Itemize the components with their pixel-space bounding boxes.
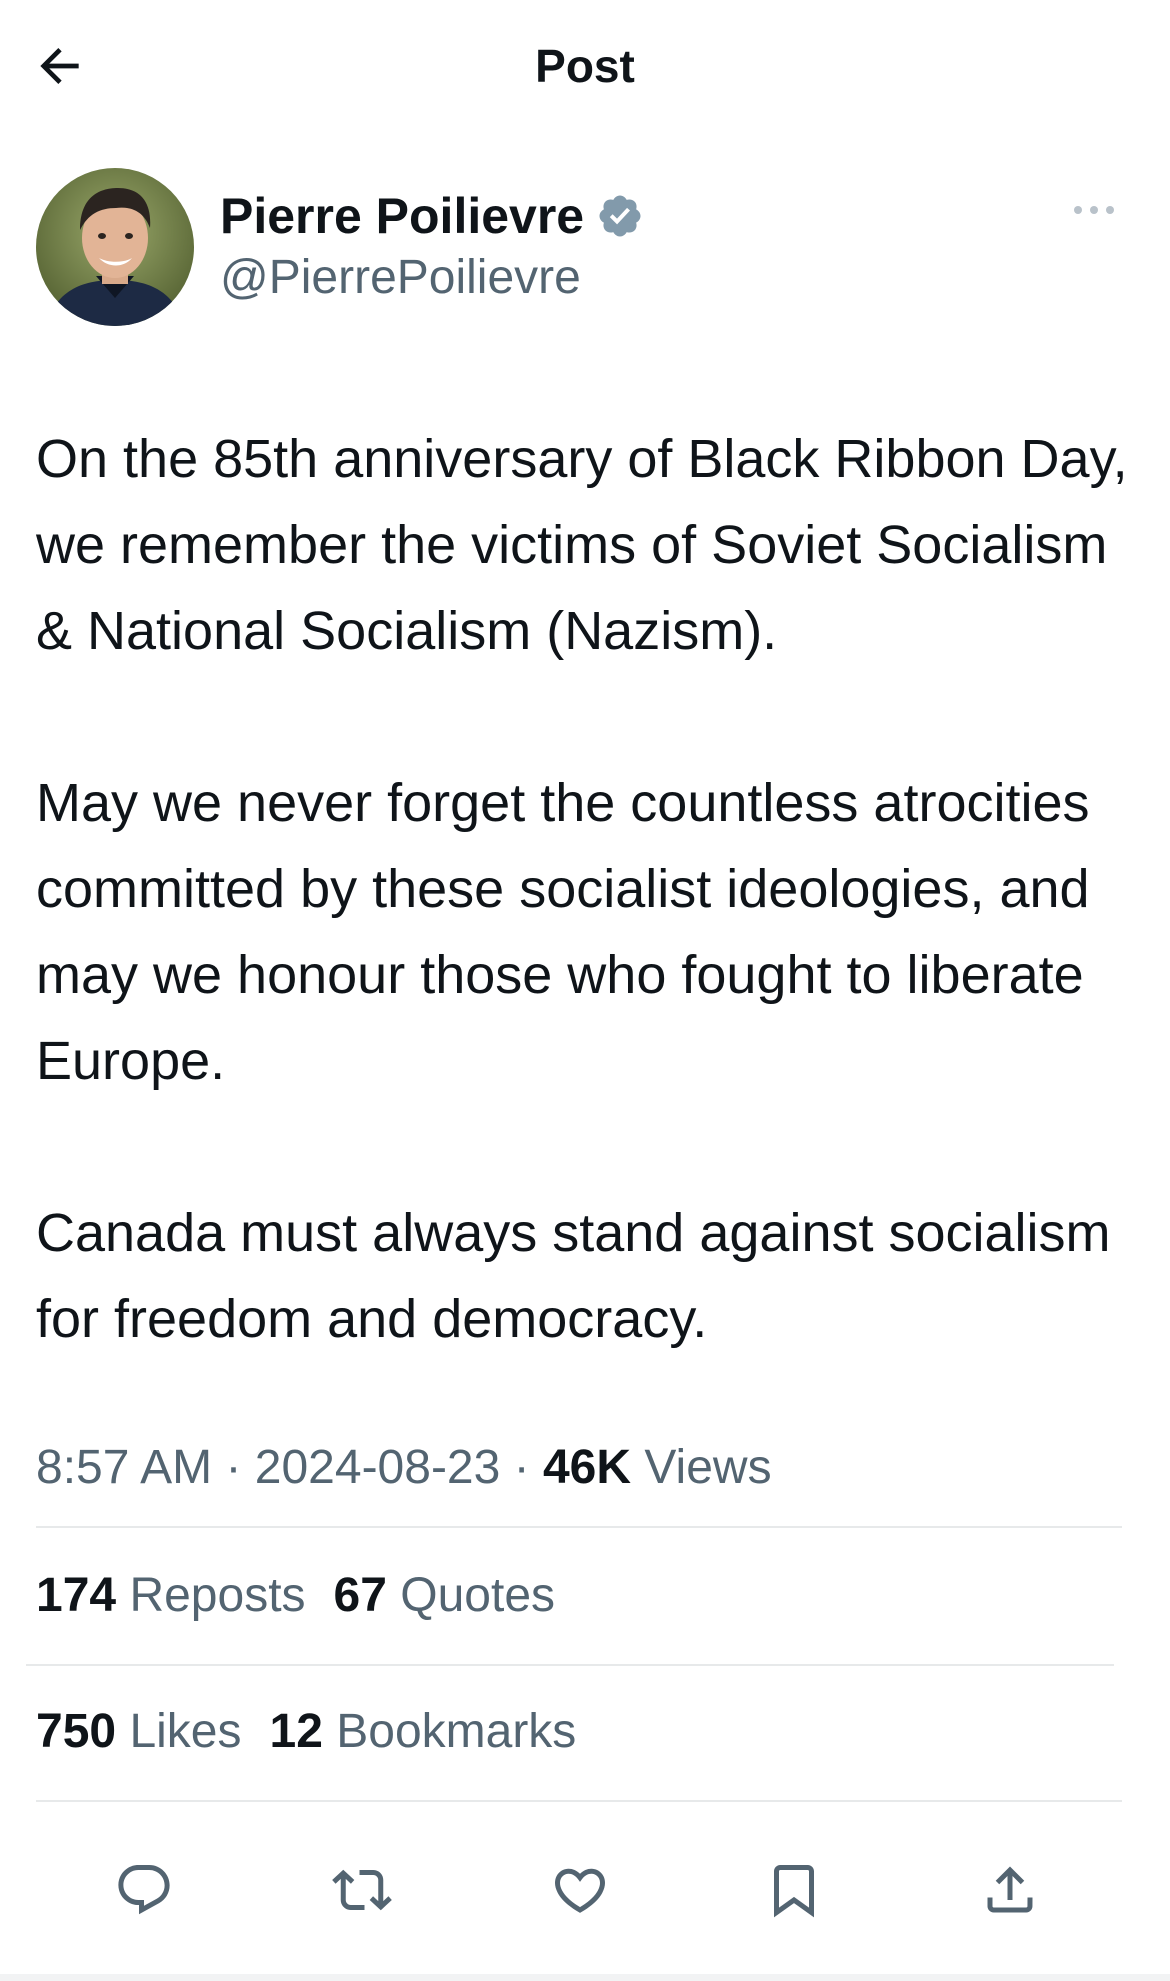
divider <box>26 1664 1114 1666</box>
meta-separator: · <box>513 1441 530 1494</box>
author-row: Pierre Poilievre @PierrePoilievre <box>36 168 1136 328</box>
stats-row-reposts: 174 Reposts 67 Quotes <box>36 1566 583 1626</box>
action-bar <box>0 1840 1170 1950</box>
back-button[interactable] <box>30 36 90 96</box>
quotes-count: 67 <box>333 1569 387 1622</box>
arrow-left-icon <box>40 48 79 84</box>
avatar-image <box>36 168 194 326</box>
quotes-label: Quotes <box>400 1569 556 1622</box>
verified-badge-icon <box>599 195 641 237</box>
post-paragraph: Canada must always stand against sociali… <box>36 1203 1111 1349</box>
quotes-stat[interactable]: 67 Quotes <box>334 1566 556 1626</box>
likes-count: 750 <box>36 1705 117 1758</box>
post-paragraph: On the 85th anniversary of Black Ribbon … <box>36 429 1128 661</box>
reposts-count: 174 <box>36 1569 117 1622</box>
share-button[interactable] <box>970 1840 1050 1940</box>
post-paragraph: May we never forget the countless atroci… <box>36 773 1090 1091</box>
likes-stat[interactable]: 750 Likes <box>36 1702 242 1762</box>
share-icon <box>987 1866 1033 1913</box>
divider <box>36 1526 1122 1528</box>
divider <box>36 1800 1122 1802</box>
post-date[interactable]: 2024-08-23 <box>255 1441 501 1494</box>
bookmarks-count: 12 <box>269 1705 323 1758</box>
likes-label: Likes <box>129 1705 242 1758</box>
like-icon <box>554 1868 606 1913</box>
bookmarks-label: Bookmarks <box>336 1705 577 1758</box>
meta-separator: · <box>225 1441 242 1494</box>
stats-row-likes: 750 Likes 12 Bookmarks <box>36 1702 604 1762</box>
page-title: Post <box>535 40 635 92</box>
like-button[interactable] <box>540 1840 620 1940</box>
more-horizontal-icon <box>1074 206 1114 214</box>
reply-icon <box>118 1865 170 1915</box>
views-count: 46K <box>542 1441 632 1494</box>
post-text: On the 85th anniversary of Black Ribbon … <box>36 416 1146 1362</box>
avatar[interactable] <box>36 168 194 326</box>
more-options-button[interactable] <box>1064 190 1124 230</box>
reposts-stat[interactable]: 174 Reposts <box>36 1566 306 1626</box>
top-bar: Post <box>0 0 1170 130</box>
reply-button[interactable] <box>104 1840 184 1940</box>
bookmark-button[interactable] <box>754 1840 834 1940</box>
reposts-label: Reposts <box>129 1569 306 1622</box>
post-meta: 8:57 AM · 2024-08-23 · 46K Views <box>36 1438 772 1498</box>
repost-button[interactable] <box>322 1840 402 1940</box>
bottom-divider <box>0 1974 1170 1981</box>
views-label: Views <box>644 1441 772 1494</box>
author-handle[interactable]: @PierrePoilievre <box>220 248 644 308</box>
bookmark-icon <box>774 1865 814 1918</box>
post-time[interactable]: 8:57 AM <box>36 1441 212 1494</box>
author-names: Pierre Poilievre @PierrePoilievre <box>220 184 644 308</box>
repost-icon <box>332 1869 392 1911</box>
display-name[interactable]: Pierre Poilievre <box>220 186 584 246</box>
bookmarks-stat[interactable]: 12 Bookmarks <box>270 1702 577 1762</box>
